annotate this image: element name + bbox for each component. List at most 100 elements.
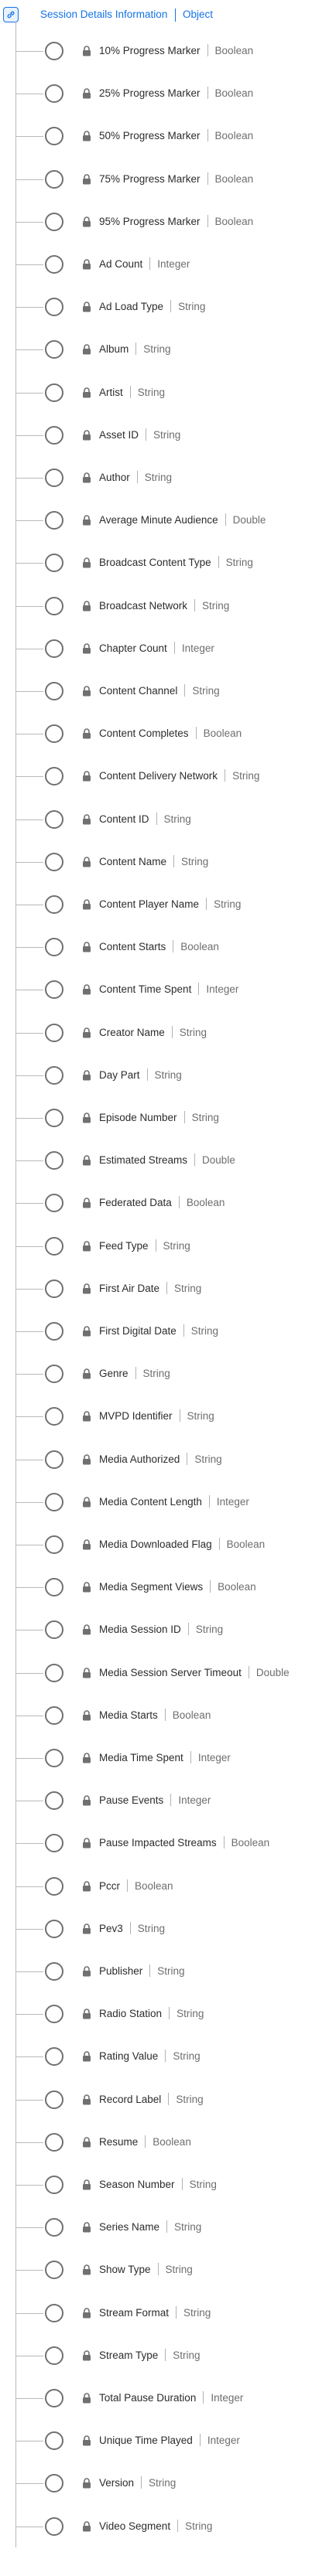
- field-select-radio[interactable]: [45, 938, 63, 957]
- field-row[interactable]: Broadcast Network String: [0, 589, 336, 623]
- field-select-radio[interactable]: [45, 2516, 63, 2536]
- field-select-radio[interactable]: [45, 2303, 63, 2322]
- field-select-radio[interactable]: [45, 852, 63, 871]
- field-row[interactable]: Author String: [0, 461, 336, 495]
- field-row[interactable]: Content Name String: [0, 845, 336, 879]
- field-row[interactable]: Album String: [0, 332, 336, 366]
- field-select-radio[interactable]: [45, 1194, 63, 1213]
- field-row[interactable]: Season Number String: [0, 2168, 336, 2202]
- field-select-radio[interactable]: [45, 511, 63, 530]
- field-row[interactable]: Federated Data Boolean: [0, 1186, 336, 1220]
- field-row[interactable]: First Digital Date String: [0, 1314, 336, 1348]
- field-select-radio[interactable]: [45, 2261, 63, 2280]
- field-row[interactable]: Content Time Spent Integer: [0, 973, 336, 1007]
- field-select-radio[interactable]: [45, 425, 63, 445]
- field-select-radio[interactable]: [45, 340, 63, 359]
- field-select-radio[interactable]: [45, 84, 63, 104]
- field-select-radio[interactable]: [45, 1876, 63, 1896]
- field-row[interactable]: Publisher String: [0, 1954, 336, 1988]
- field-select-radio[interactable]: [45, 127, 63, 146]
- field-select-radio[interactable]: [45, 2176, 63, 2194]
- field-row[interactable]: Content Channel String: [0, 674, 336, 708]
- field-row[interactable]: Feed Type String: [0, 1229, 336, 1263]
- field-row[interactable]: MVPD Identifier String: [0, 1399, 336, 1433]
- field-row[interactable]: Average Minute Audience Double: [0, 503, 336, 537]
- field-select-radio[interactable]: [45, 1279, 63, 1298]
- field-row[interactable]: Record Label String: [0, 2083, 336, 2117]
- field-row[interactable]: Content Delivery Network String: [0, 759, 336, 793]
- field-select-radio[interactable]: [45, 2218, 63, 2237]
- field-select-radio[interactable]: [45, 1492, 63, 1511]
- field-select-radio[interactable]: [45, 1365, 63, 1384]
- field-row[interactable]: Ad Count Integer: [0, 247, 336, 281]
- field-row[interactable]: Ad Load Type String: [0, 290, 336, 324]
- field-select-radio[interactable]: [45, 1535, 63, 1554]
- field-row[interactable]: Pause Events Integer: [0, 1784, 336, 1818]
- field-select-radio[interactable]: [45, 1962, 63, 1981]
- field-select-radio[interactable]: [45, 1705, 63, 1725]
- field-row[interactable]: Media Content Length Integer: [0, 1485, 336, 1519]
- field-select-radio[interactable]: [45, 1663, 63, 1682]
- field-select-radio[interactable]: [45, 42, 63, 60]
- field-select-radio[interactable]: [45, 1407, 63, 1426]
- field-select-radio[interactable]: [45, 980, 63, 1000]
- field-row[interactable]: Pev3 String: [0, 1912, 336, 1946]
- field-row[interactable]: 95% Progress Marker Boolean: [0, 205, 336, 239]
- field-row[interactable]: Broadcast Content Type String: [0, 546, 336, 580]
- field-row[interactable]: Episode Number String: [0, 1101, 336, 1135]
- field-row[interactable]: Content Player Name String: [0, 888, 336, 922]
- field-row[interactable]: Media Authorized String: [0, 1443, 336, 1477]
- field-select-radio[interactable]: [45, 255, 63, 274]
- field-select-radio[interactable]: [45, 2132, 63, 2152]
- field-select-radio[interactable]: [45, 1620, 63, 1640]
- field-row[interactable]: Radio Station String: [0, 1997, 336, 2031]
- field-row[interactable]: Pause Impacted Streams Boolean: [0, 1826, 336, 1860]
- field-row[interactable]: Content Completes Boolean: [0, 717, 336, 751]
- field-row[interactable]: Chapter Count Integer: [0, 632, 336, 666]
- field-select-radio[interactable]: [45, 682, 63, 700]
- field-select-radio[interactable]: [45, 1834, 63, 1853]
- field-row[interactable]: Genre String: [0, 1357, 336, 1391]
- field-select-radio[interactable]: [45, 1236, 63, 1256]
- field-row[interactable]: Media Downloaded Flag Boolean: [0, 1528, 336, 1562]
- field-select-radio[interactable]: [45, 383, 63, 402]
- field-select-radio[interactable]: [45, 2005, 63, 2024]
- field-row[interactable]: Media Starts Boolean: [0, 1699, 336, 1733]
- field-row[interactable]: Content Starts Boolean: [0, 930, 336, 964]
- field-select-radio[interactable]: [45, 639, 63, 658]
- field-row[interactable]: Media Session Server Timeout Double: [0, 1656, 336, 1690]
- field-select-radio[interactable]: [45, 298, 63, 317]
- field-select-radio[interactable]: [45, 2431, 63, 2451]
- field-row[interactable]: Media Time Spent Integer: [0, 1741, 336, 1775]
- field-select-radio[interactable]: [45, 2047, 63, 2067]
- field-select-radio[interactable]: [45, 1749, 63, 1767]
- field-row[interactable]: Pccr Boolean: [0, 1869, 336, 1903]
- field-select-radio[interactable]: [45, 1322, 63, 1341]
- field-row[interactable]: 10% Progress Marker Boolean: [0, 34, 336, 68]
- field-select-radio[interactable]: [45, 1151, 63, 1170]
- field-row[interactable]: Creator Name String: [0, 1016, 336, 1050]
- field-select-radio[interactable]: [45, 2389, 63, 2407]
- field-row[interactable]: Total Pause Duration Integer: [0, 2381, 336, 2415]
- field-row[interactable]: Version String: [0, 2466, 336, 2500]
- field-select-radio[interactable]: [45, 1791, 63, 1811]
- field-select-radio[interactable]: [45, 1023, 63, 1042]
- field-row[interactable]: Asset ID String: [0, 418, 336, 452]
- field-select-radio[interactable]: [45, 554, 63, 573]
- field-select-radio[interactable]: [45, 2090, 63, 2109]
- field-row[interactable]: Estimated Streams Double: [0, 1143, 336, 1177]
- field-select-radio[interactable]: [45, 724, 63, 744]
- field-row[interactable]: First Air Date String: [0, 1272, 336, 1306]
- field-select-radio[interactable]: [45, 596, 63, 615]
- field-select-radio[interactable]: [45, 2474, 63, 2493]
- field-row[interactable]: Show Type String: [0, 2253, 336, 2287]
- field-row[interactable]: Unique Time Played Integer: [0, 2424, 336, 2458]
- field-row[interactable]: Artist String: [0, 376, 336, 410]
- field-select-radio[interactable]: [45, 1578, 63, 1597]
- field-row[interactable]: Media Segment Views Boolean: [0, 1570, 336, 1604]
- field-row[interactable]: Day Part String: [0, 1058, 336, 1092]
- field-select-radio[interactable]: [45, 1065, 63, 1085]
- field-select-radio[interactable]: [45, 767, 63, 786]
- field-select-radio[interactable]: [45, 469, 63, 487]
- field-row[interactable]: Media Session ID String: [0, 1613, 336, 1647]
